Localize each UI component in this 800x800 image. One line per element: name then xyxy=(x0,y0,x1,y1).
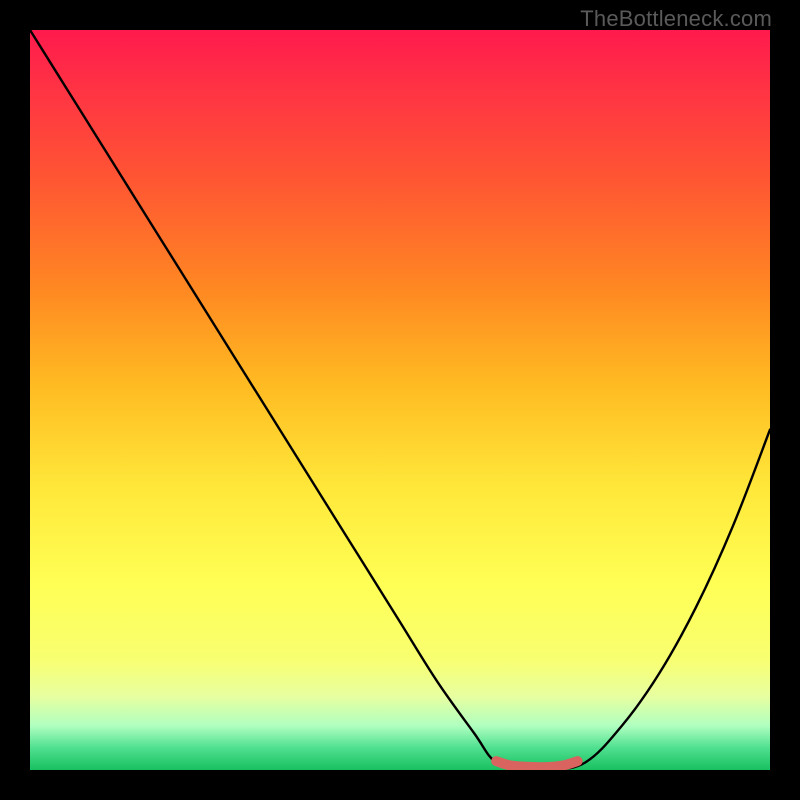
plot-area xyxy=(30,30,770,770)
optimal-range-marker-path xyxy=(496,761,577,767)
chart-frame: TheBottleneck.com xyxy=(0,0,800,800)
curve-svg xyxy=(30,30,770,770)
bottleneck-curve-path xyxy=(30,30,770,770)
watermark-text: TheBottleneck.com xyxy=(580,6,772,32)
